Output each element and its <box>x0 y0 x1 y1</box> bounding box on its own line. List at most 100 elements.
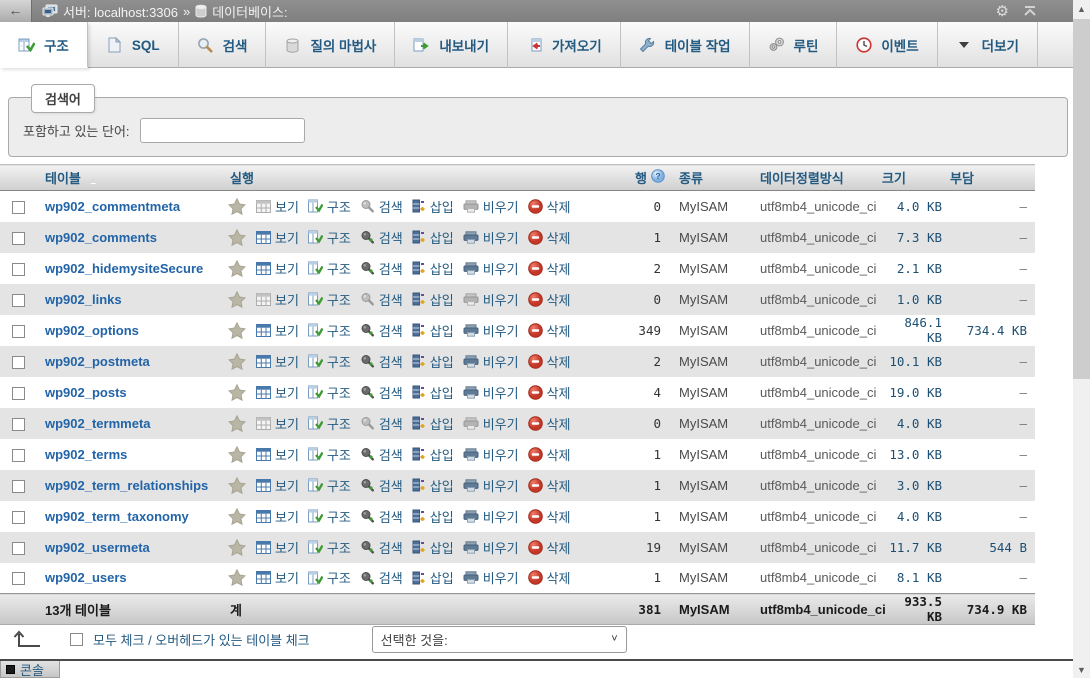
check-all-label[interactable]: 모두 체크 / 오버헤드가 있는 테이블 체크 <box>93 630 310 649</box>
action-empty-link[interactable]: 비우기 <box>463 228 519 247</box>
tab-더보기[interactable]: 더보기 <box>938 22 1038 68</box>
action-browse-link[interactable]: 보기 <box>256 383 299 402</box>
table-name-link[interactable]: wp902_commentmeta <box>45 199 180 214</box>
action-row-search-link[interactable]: 검색 <box>360 414 403 433</box>
action-insert-link[interactable]: 삽입 <box>412 538 454 557</box>
action-row-search-link[interactable]: 검색 <box>360 352 403 371</box>
favorite-star-icon[interactable] <box>228 476 246 494</box>
tab-구조[interactable]: 구조 <box>0 22 88 68</box>
header-rows[interactable]: 행 ? <box>622 164 667 191</box>
action-insert-link[interactable]: 삽입 <box>412 321 454 340</box>
action-insert-link[interactable]: 삽입 <box>412 352 454 371</box>
action-browse-link[interactable]: 보기 <box>256 445 299 464</box>
table-size[interactable]: 13.0 KB <box>882 439 950 470</box>
row-checkbox[interactable] <box>11 448 25 462</box>
scroll-down-icon[interactable]: ▼ <box>1073 661 1090 678</box>
action-delete-link[interactable]: 삭제 <box>527 507 571 526</box>
action-browse-link[interactable]: 보기 <box>256 290 299 309</box>
breadcrumb-server[interactable]: 서버: localhost:3306 <box>63 2 178 21</box>
table-size[interactable]: 1.0 KB <box>882 284 950 315</box>
favorite-star-icon[interactable] <box>228 290 246 308</box>
action-insert-link[interactable]: 삽입 <box>412 414 454 433</box>
back-button[interactable]: ← <box>0 0 32 22</box>
action-row-search-link[interactable]: 검색 <box>360 383 403 402</box>
action-row-search-link[interactable]: 검색 <box>360 321 403 340</box>
table-size[interactable]: 11.7 KB <box>882 532 950 563</box>
favorite-star-icon[interactable] <box>228 259 246 277</box>
row-checkbox[interactable] <box>11 572 25 586</box>
row-checkbox[interactable] <box>11 541 25 555</box>
action-row-search-link[interactable]: 검색 <box>360 228 403 247</box>
row-checkbox[interactable] <box>11 231 25 245</box>
help-icon[interactable]: ? <box>651 169 665 186</box>
row-checkbox[interactable] <box>11 324 25 338</box>
favorite-star-icon[interactable] <box>228 383 246 401</box>
row-checkbox[interactable] <box>11 262 25 276</box>
header-overhead[interactable]: 부담 <box>950 164 1035 191</box>
action-structure-link[interactable]: 구조 <box>307 228 351 247</box>
table-name-link[interactable]: wp902_posts <box>45 385 127 400</box>
table-size[interactable]: 4.0 KB <box>882 501 950 532</box>
table-size[interactable]: 10.1 KB <box>882 346 950 377</box>
action-browse-link[interactable]: 보기 <box>256 568 299 587</box>
action-structure-link[interactable]: 구조 <box>307 507 351 526</box>
row-checkbox[interactable] <box>11 386 25 400</box>
tab-테이블-작업[interactable]: 테이블 작업 <box>621 22 750 68</box>
favorite-star-icon[interactable] <box>228 352 246 370</box>
row-checkbox[interactable] <box>11 200 25 214</box>
action-insert-link[interactable]: 삽입 <box>412 507 454 526</box>
action-structure-link[interactable]: 구조 <box>307 538 351 557</box>
table-name-link[interactable]: wp902_comments <box>45 230 157 245</box>
favorite-star-icon[interactable] <box>228 445 246 463</box>
action-structure-link[interactable]: 구조 <box>307 445 351 464</box>
action-empty-link[interactable]: 비우기 <box>463 445 519 464</box>
table-size[interactable]: 4.0 KB <box>882 408 950 439</box>
tab-sql[interactable]: SQL <box>88 22 179 68</box>
action-browse-link[interactable]: 보기 <box>256 507 299 526</box>
scroll-up-icon[interactable]: ▲ <box>1073 0 1090 17</box>
action-browse-link[interactable]: 보기 <box>256 476 299 495</box>
action-insert-link[interactable]: 삽입 <box>412 476 454 495</box>
action-structure-link[interactable]: 구조 <box>307 352 351 371</box>
action-empty-link[interactable]: 비우기 <box>463 383 519 402</box>
row-checkbox[interactable] <box>11 479 25 493</box>
table-name-link[interactable]: wp902_links <box>45 292 122 307</box>
action-empty-link[interactable]: 비우기 <box>463 476 519 495</box>
action-row-search-link[interactable]: 검색 <box>360 259 403 278</box>
action-browse-link[interactable]: 보기 <box>256 352 299 371</box>
action-delete-link[interactable]: 삭제 <box>527 414 571 433</box>
action-insert-link[interactable]: 삽입 <box>412 383 454 402</box>
table-name-link[interactable]: wp902_term_taxonomy <box>45 509 189 524</box>
action-delete-link[interactable]: 삭제 <box>527 197 571 216</box>
action-empty-link[interactable]: 비우기 <box>463 259 519 278</box>
header-type[interactable]: 종류 <box>667 164 752 191</box>
table-size[interactable]: 4.0 KB <box>882 191 950 222</box>
scrollbar-thumb[interactable] <box>1073 19 1090 379</box>
settings-gear-icon[interactable]: ⚙ <box>996 4 1009 19</box>
action-structure-link[interactable]: 구조 <box>307 383 351 402</box>
action-row-search-link[interactable]: 검색 <box>360 290 403 309</box>
table-size[interactable]: 19.0 KB <box>882 377 950 408</box>
favorite-star-icon[interactable] <box>228 569 246 587</box>
action-delete-link[interactable]: 삭제 <box>527 445 571 464</box>
favorite-star-icon[interactable] <box>228 197 246 215</box>
action-empty-link[interactable]: 비우기 <box>463 414 519 433</box>
favorite-star-icon[interactable] <box>228 414 246 432</box>
header-table[interactable]: 테이블 ▲ <box>36 164 222 191</box>
row-checkbox[interactable] <box>11 510 25 524</box>
action-insert-link[interactable]: 삽입 <box>412 445 454 464</box>
action-browse-link[interactable]: 보기 <box>256 228 299 247</box>
action-browse-link[interactable]: 보기 <box>256 538 299 557</box>
action-delete-link[interactable]: 삭제 <box>527 321 571 340</box>
header-size[interactable]: 크기 <box>882 164 950 191</box>
action-insert-link[interactable]: 삽입 <box>412 290 454 309</box>
action-delete-link[interactable]: 삭제 <box>527 290 571 309</box>
action-browse-link[interactable]: 보기 <box>256 197 299 216</box>
favorite-star-icon[interactable] <box>228 538 246 556</box>
table-size[interactable]: 7.3 KB <box>882 222 950 253</box>
with-selected-dropdown[interactable]: 선택한 것을: ˅ <box>371 625 627 653</box>
action-browse-link[interactable]: 보기 <box>256 321 299 340</box>
tab-질의-마법사[interactable]: 질의 마법사 <box>266 22 396 68</box>
check-all-checkbox[interactable] <box>70 632 83 646</box>
tab-루틴[interactable]: 루틴 <box>750 22 838 68</box>
